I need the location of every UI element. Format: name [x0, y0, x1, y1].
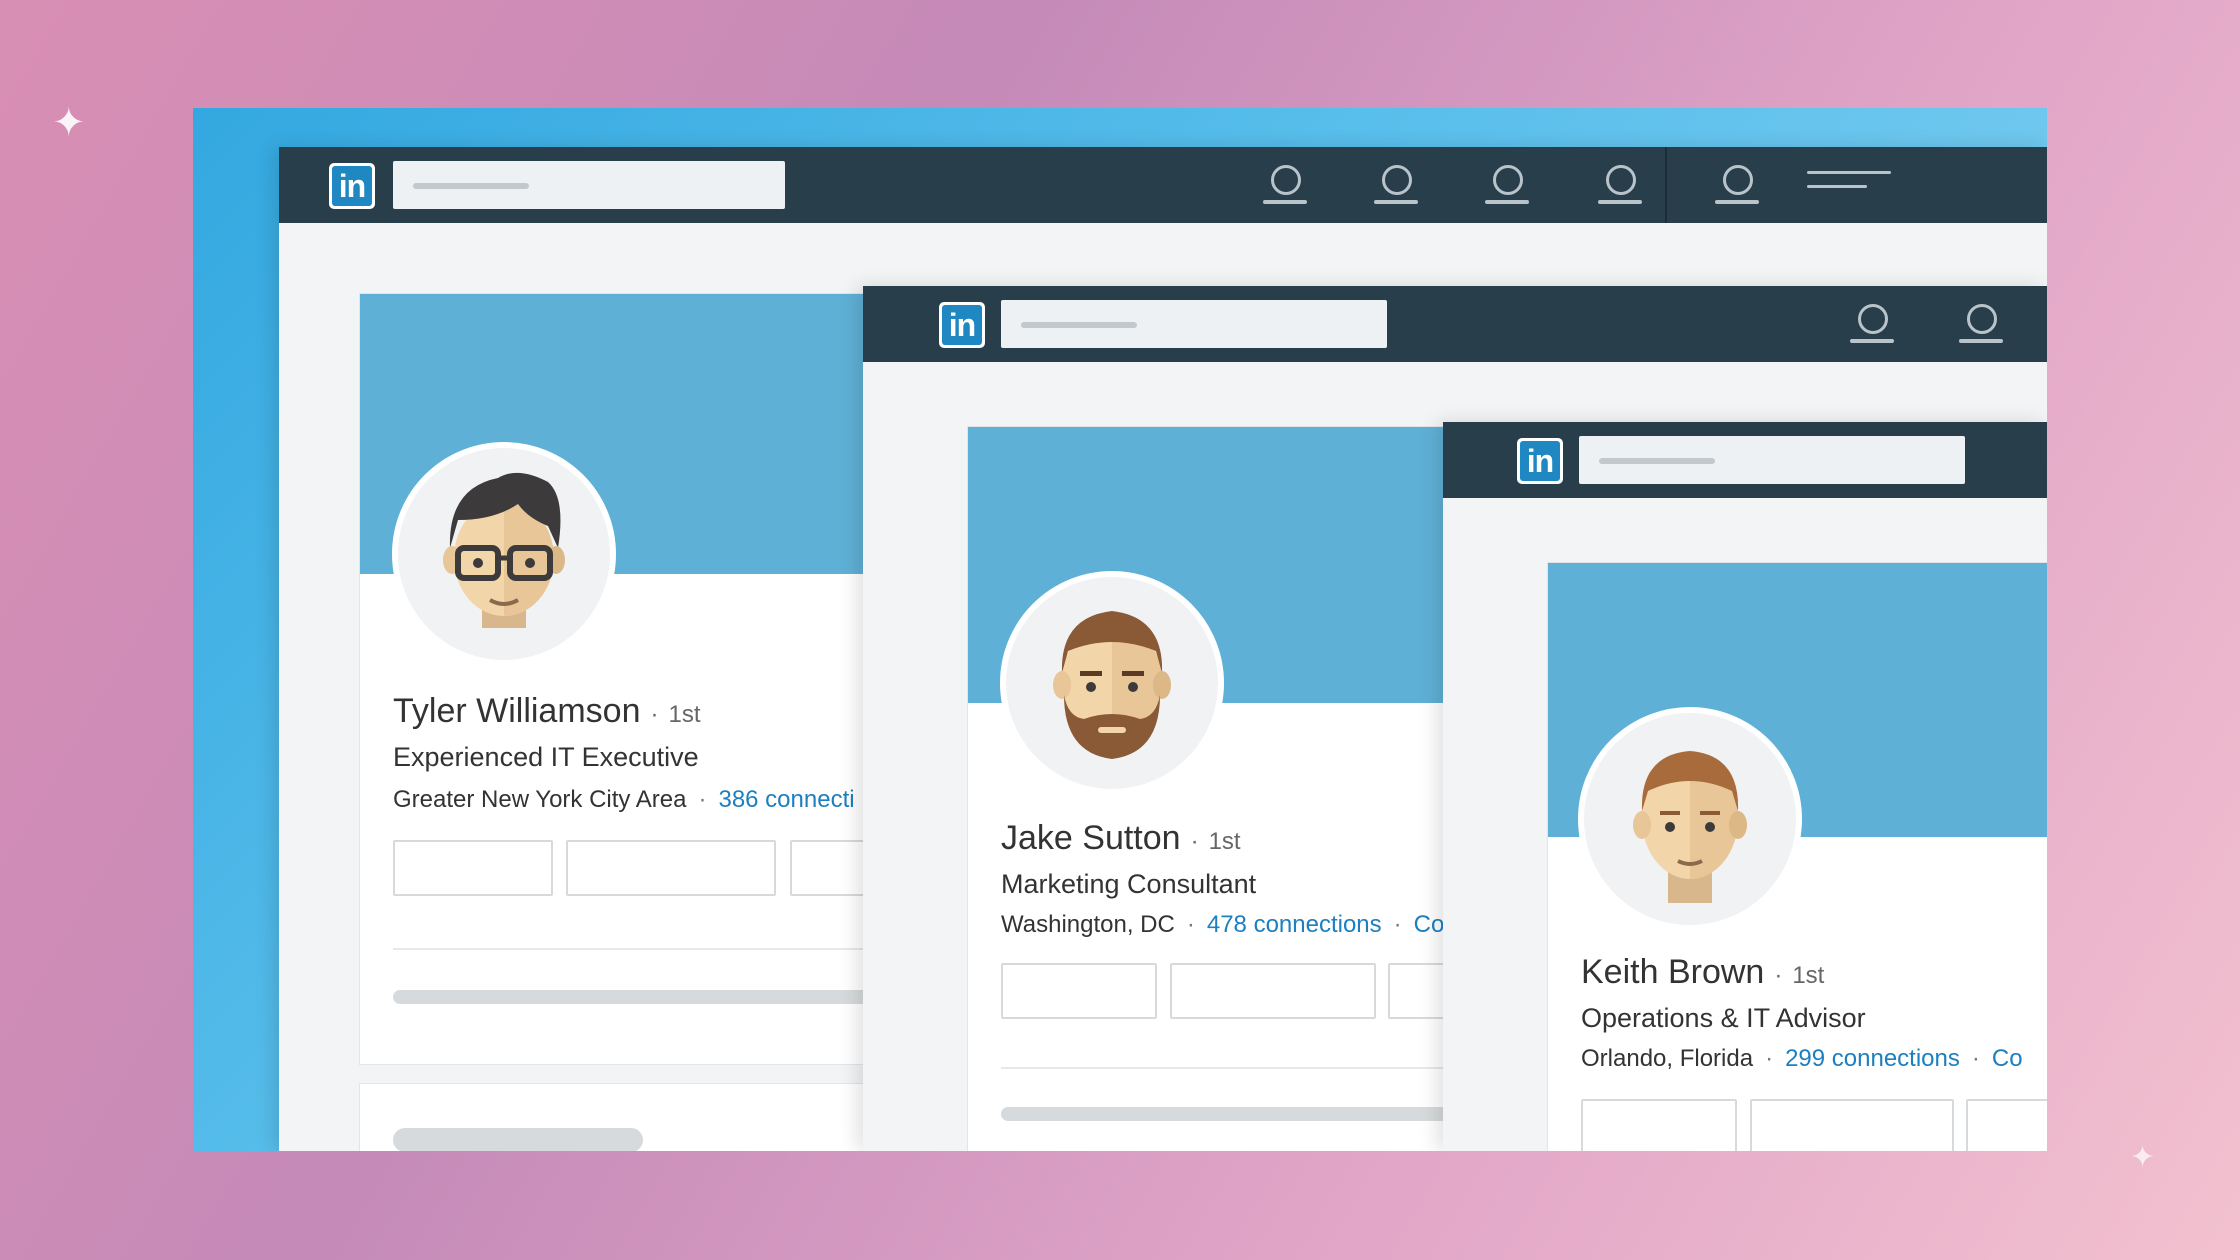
- connect-button[interactable]: [393, 840, 553, 896]
- profile-avatar: [1000, 571, 1224, 795]
- profile-name: Jake Sutton · 1st: [1001, 819, 1241, 858]
- connect-button[interactable]: [1581, 1099, 1737, 1151]
- profile-avatar: [1578, 707, 1802, 931]
- placeholder-line: [393, 1128, 643, 1151]
- navbar: in: [863, 286, 2047, 362]
- browser-window-3: in Keith Brown · 1st Operations & IT Adv…: [1443, 422, 2047, 1151]
- sparkle-icon: ✦: [2130, 1141, 2156, 1174]
- profile-meta: Greater New York City Area · 386 connecti: [393, 786, 855, 814]
- nav-divider: [1665, 147, 1667, 223]
- navbar: in: [1443, 422, 2047, 498]
- separator-dot: ·: [1765, 1045, 1774, 1072]
- search-input[interactable]: [1579, 436, 1965, 484]
- nav-home-icon[interactable]: [1261, 165, 1309, 209]
- profile-name-text: Jake Sutton: [1001, 819, 1181, 857]
- contact-info-link[interactable]: Co: [1414, 911, 1445, 938]
- search-input[interactable]: [393, 161, 785, 209]
- navbar: in: [279, 147, 2047, 223]
- message-button[interactable]: [566, 840, 776, 896]
- linkedin-logo[interactable]: in: [329, 163, 375, 209]
- linkedin-logo[interactable]: in: [1517, 438, 1563, 484]
- sparkle-icon: ✦: [52, 101, 86, 145]
- menu-icon[interactable]: [1807, 171, 1891, 201]
- nav-me-icon[interactable]: [1713, 165, 1761, 209]
- nav-jobs-icon[interactable]: [1483, 165, 1531, 209]
- profile-card: Keith Brown · 1st Operations & IT Advisor …: [1547, 562, 2047, 1151]
- separator-dot: ·: [650, 701, 659, 728]
- profile-meta: Washington, DC · 478 connections · Co: [1001, 911, 1444, 939]
- profile-location: Washington, DC: [1001, 911, 1175, 938]
- profile-name-text: Keith Brown: [1581, 953, 1765, 991]
- avatar-illustration-glasses: [443, 472, 565, 628]
- connection-degree: 1st: [1208, 828, 1241, 855]
- avatar-illustration-clean: [1633, 751, 1747, 903]
- avatar-illustration-beard: [1053, 611, 1171, 759]
- separator-dot: ·: [698, 786, 707, 813]
- message-button[interactable]: [1170, 963, 1376, 1019]
- separator-dot: ·: [1971, 1045, 1980, 1072]
- illustration-stage: in Tyler Williamson · 1st Experienced IT…: [193, 108, 2047, 1151]
- profile-headline: Operations & IT Advisor: [1581, 1003, 1866, 1033]
- contact-info-link[interactable]: Co: [1992, 1045, 2023, 1072]
- profile-meta: Orlando, Florida · 299 connections · Co: [1581, 1045, 2023, 1073]
- profile-location: Greater New York City Area: [393, 786, 687, 813]
- connection-degree: 1st: [1792, 962, 1825, 989]
- connections-link[interactable]: 386 connecti: [718, 786, 854, 813]
- nav-messaging-icon[interactable]: [1596, 165, 1644, 209]
- profile-name-text: Tyler Williamson: [393, 692, 641, 730]
- profile-name: Keith Brown · 1st: [1581, 953, 1824, 992]
- profile-name: Tyler Williamson · 1st: [393, 692, 701, 731]
- profile-location: Orlando, Florida: [1581, 1045, 1754, 1072]
- separator-dot: ·: [1190, 828, 1199, 855]
- profile-headline: Experienced IT Executive: [393, 742, 699, 772]
- logo-text: in: [1520, 441, 1560, 481]
- message-button[interactable]: [1750, 1099, 1954, 1151]
- nav-network-icon[interactable]: [1372, 165, 1420, 209]
- connect-button[interactable]: [1001, 963, 1157, 1019]
- profile-avatar: [392, 442, 616, 666]
- profile-headline: Marketing Consultant: [1001, 869, 1257, 899]
- logo-text: in: [332, 166, 372, 206]
- search-input[interactable]: [1001, 300, 1387, 348]
- logo-text: in: [942, 305, 982, 345]
- more-button[interactable]: [1966, 1099, 2047, 1151]
- nav-home-icon[interactable]: [1848, 304, 1896, 348]
- connections-link[interactable]: 478 connections: [1207, 911, 1382, 938]
- connection-degree: 1st: [668, 701, 701, 728]
- separator-dot: ·: [1186, 911, 1195, 938]
- linkedin-logo[interactable]: in: [939, 302, 985, 348]
- separator-dot: ·: [1774, 962, 1783, 989]
- connections-link[interactable]: 299 connections: [1785, 1045, 1960, 1072]
- nav-network-icon[interactable]: [1957, 304, 2005, 348]
- separator-dot: ·: [1393, 911, 1402, 938]
